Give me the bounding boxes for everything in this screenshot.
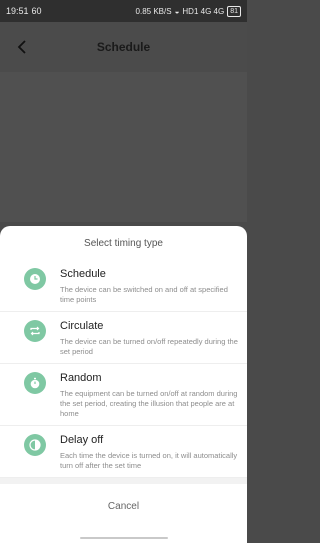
option-delay-off[interactable]: Delay off Each time the device is turned… [0,426,247,478]
option-description: The device can be switched on and off at… [60,285,228,304]
clock-icon [24,268,46,290]
option-circulate[interactable]: Circulate The device can be turned on/of… [0,312,247,364]
status-indicator: 60 [31,6,42,16]
option-name: Delay off [60,434,104,446]
half-circle-icon [24,434,46,456]
wifi-icon: ◒ [174,6,180,16]
repeat-icon [24,320,46,342]
cancel-button[interactable]: Cancel [0,484,247,528]
dimmed-background[interactable] [0,72,247,222]
option-schedule[interactable]: Schedule The device can be switched on a… [0,260,247,312]
header: Schedule [0,22,247,72]
option-name: Random [60,372,102,384]
option-description: The equipment can be turned on/off at ra… [60,389,238,418]
network-speed: 0.85 KB/S [135,6,172,16]
battery-icon: 81 [227,5,241,17]
status-bar: 19:51 60 0.85 KB/S ◒ HD1 4G 4G 81 [0,0,247,22]
page-title: Schedule [96,40,151,54]
signal-text: HD1 4G 4G [182,6,225,16]
option-random[interactable]: Random The equipment can be turned on/of… [0,364,247,426]
home-indicator [80,537,168,539]
option-description: The device can be turned on/off repeated… [60,337,238,356]
option-name: Circulate [60,320,104,332]
option-description: Each time the device is turned on, it wi… [60,451,238,470]
option-name: Schedule [60,268,106,280]
stopwatch-icon [24,372,46,394]
timing-type-sheet: Select timing type Schedule The device c… [0,226,247,543]
sheet-title: Select timing type [84,237,163,249]
status-time: 19:51 [6,6,29,16]
